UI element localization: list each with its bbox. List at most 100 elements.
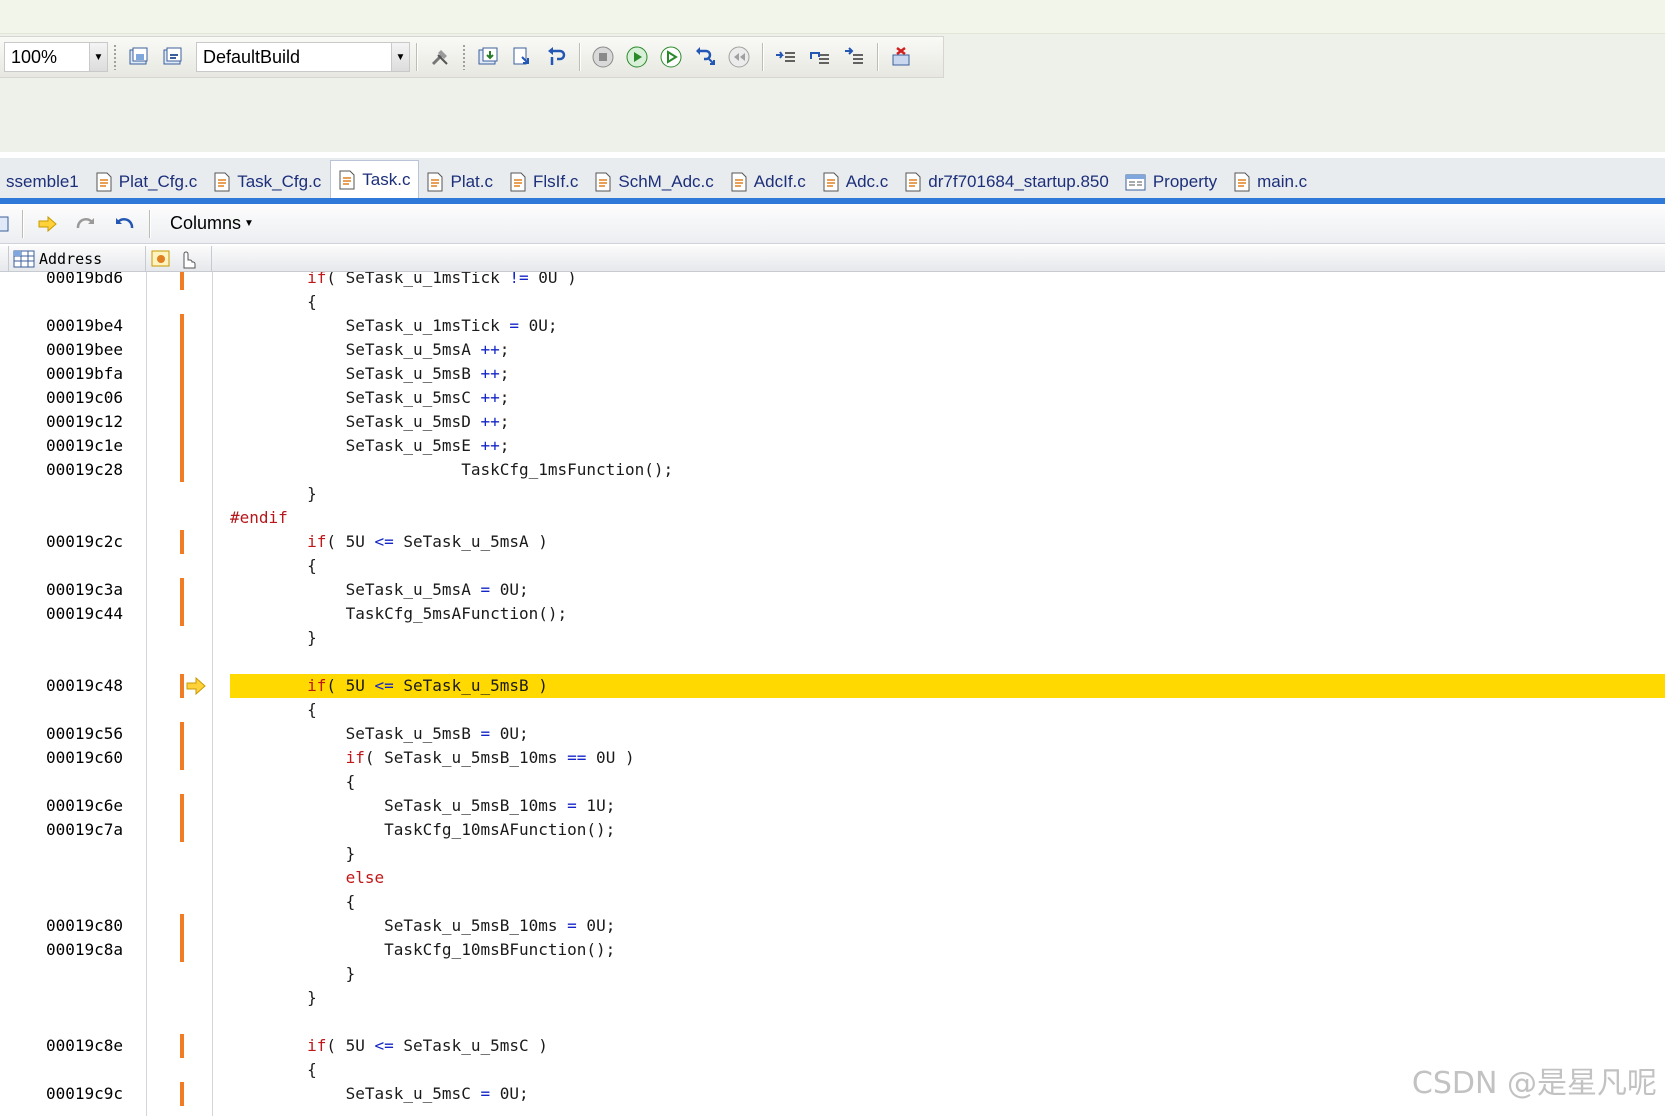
build-config-select[interactable]: DefaultBuild ▼ xyxy=(196,42,410,72)
code-line[interactable]: else xyxy=(0,866,1665,890)
step-over-icon[interactable] xyxy=(805,42,835,72)
tools-icon[interactable] xyxy=(425,42,455,72)
code-line[interactable]: 00019c8a TaskCfg_10msBFunction(); xyxy=(0,938,1665,962)
code-line[interactable]: } xyxy=(0,482,1665,506)
debug-disconnect-icon[interactable] xyxy=(886,42,916,72)
toolbar-grip[interactable] xyxy=(462,44,466,70)
code-line[interactable]: 00019c8e if( 5U <= SeTask_u_5msC ) xyxy=(0,1034,1665,1058)
tab-plat-c[interactable]: Plat.c xyxy=(419,166,502,198)
chevron-down-icon[interactable]: ▼ xyxy=(391,43,409,71)
zoom-select[interactable]: 100% ▼ xyxy=(4,42,108,72)
build-icon[interactable] xyxy=(124,42,154,72)
code-line[interactable]: 00019c7a TaskCfg_10msAFunction(); xyxy=(0,818,1665,842)
redo-icon[interactable] xyxy=(71,209,101,239)
code-coverage-marker[interactable] xyxy=(180,314,184,338)
tab-main-c[interactable]: main.c xyxy=(1226,166,1316,198)
tab-flsif-c[interactable]: FlsIf.c xyxy=(502,166,587,198)
code-line[interactable]: 00019bee SeTask_u_5msA ++; xyxy=(0,338,1665,362)
toolbar-area: 100% ▼ DefaultBuild ▼ xyxy=(0,34,1665,152)
code-line[interactable]: 00019c06 SeTask_u_5msC ++; xyxy=(0,386,1665,410)
code-coverage-marker[interactable] xyxy=(180,434,184,458)
code-coverage-marker[interactable] xyxy=(180,746,184,770)
chevron-down-icon[interactable]: ▼ xyxy=(89,43,107,71)
code-coverage-marker[interactable] xyxy=(180,1082,184,1106)
reset-go-icon[interactable] xyxy=(690,42,720,72)
return-out-icon[interactable] xyxy=(839,42,869,72)
stop-icon[interactable] xyxy=(588,42,618,72)
code-coverage-marker[interactable] xyxy=(180,794,184,818)
columns-dropdown[interactable]: Columns ▼ xyxy=(170,213,254,234)
code-line[interactable]: { xyxy=(0,290,1665,314)
tab-label: Plat_Cfg.c xyxy=(118,172,198,191)
source-code-view[interactable]: 00019bd6 if( SeTask_u_1msTick != 0U ) {0… xyxy=(0,272,1665,1116)
code-line[interactable]: #endif xyxy=(0,506,1665,530)
code-coverage-marker[interactable] xyxy=(180,674,184,698)
tab-plat-cfg[interactable]: Plat_Cfg.c xyxy=(88,166,206,198)
reset-icon[interactable] xyxy=(541,42,571,72)
code-line[interactable]: 00019c48 if( 5U <= SeTask_u_5msB ) xyxy=(0,674,1665,698)
code-line[interactable]: 00019c60 if( SeTask_u_5msB_10ms == 0U ) xyxy=(0,746,1665,770)
code-line[interactable]: 00019c56 SeTask_u_5msB = 0U; xyxy=(0,722,1665,746)
code-line[interactable]: 00019c28 TaskCfg_1msFunction(); xyxy=(0,458,1665,482)
hand-pointer-icon[interactable] xyxy=(176,248,200,270)
code-coverage-marker[interactable] xyxy=(180,914,184,938)
run-icon[interactable] xyxy=(656,42,686,72)
save-icon[interactable] xyxy=(0,209,12,239)
code-line[interactable]: 00019c2c if( 5U <= SeTask_u_5msA ) xyxy=(0,530,1665,554)
code-coverage-marker[interactable] xyxy=(180,458,184,482)
code-line[interactable]: { xyxy=(0,698,1665,722)
code-coverage-marker[interactable] xyxy=(180,362,184,386)
code-line[interactable]: } xyxy=(0,626,1665,650)
code-coverage-marker[interactable] xyxy=(180,386,184,410)
tab-task-cfg[interactable]: Task_Cfg.c xyxy=(206,166,330,198)
code-text: } xyxy=(230,988,317,1007)
code-coverage-marker[interactable] xyxy=(180,818,184,842)
code-coverage-marker[interactable] xyxy=(180,602,184,626)
code-line[interactable]: 00019bfa SeTask_u_5msB ++; xyxy=(0,362,1665,386)
code-line[interactable]: 00019c3a SeTask_u_5msA = 0U; xyxy=(0,578,1665,602)
code-line[interactable]: 00019c1e SeTask_u_5msE ++; xyxy=(0,434,1665,458)
code-coverage-marker[interactable] xyxy=(180,338,184,362)
address-column-header[interactable]: Address xyxy=(8,246,146,272)
code-line[interactable] xyxy=(0,650,1665,674)
load-icon[interactable] xyxy=(507,42,537,72)
code-coverage-marker[interactable] xyxy=(180,938,184,962)
code-line[interactable]: 00019c12 SeTask_u_5msD ++; xyxy=(0,410,1665,434)
tab-task-c[interactable]: Task.c xyxy=(330,160,420,198)
tab-adcif-c[interactable]: AdcIf.c xyxy=(723,166,815,198)
tab-adc-c[interactable]: Adc.c xyxy=(815,166,898,198)
code-coverage-marker[interactable] xyxy=(180,530,184,554)
code-text: { xyxy=(230,772,356,791)
download-icon[interactable] xyxy=(473,42,503,72)
tab-property[interactable]: Property xyxy=(1118,166,1226,198)
code-line[interactable]: } xyxy=(0,962,1665,986)
code-line[interactable]: { xyxy=(0,770,1665,794)
line-address: 00019c60 xyxy=(46,748,124,767)
code-line[interactable]: { xyxy=(0,890,1665,914)
code-line[interactable]: } xyxy=(0,986,1665,1010)
tab-disassemble[interactable]: ssemble1 xyxy=(0,166,88,198)
code-coverage-marker[interactable] xyxy=(180,1034,184,1058)
code-coverage-marker[interactable] xyxy=(180,410,184,434)
step-in-icon[interactable] xyxy=(771,42,801,72)
code-coverage-marker[interactable] xyxy=(180,722,184,746)
code-line[interactable]: } xyxy=(0,842,1665,866)
code-line[interactable]: 00019c6e SeTask_u_5msB_10ms = 1U; xyxy=(0,794,1665,818)
code-line[interactable]: 00019bd6 if( SeTask_u_1msTick != 0U ) xyxy=(0,272,1665,290)
undo-icon[interactable] xyxy=(109,209,139,239)
tab-schm-adc-c[interactable]: SchM_Adc.c xyxy=(587,166,722,198)
tab-startup-850[interactable]: dr7f701684_startup.850 xyxy=(897,166,1118,198)
rebuild-icon[interactable] xyxy=(158,42,188,72)
rewind-icon[interactable] xyxy=(724,42,754,72)
code-line[interactable]: 00019be4 SeTask_u_1msTick = 0U; xyxy=(0,314,1665,338)
code-coverage-marker[interactable] xyxy=(180,578,184,602)
toolbar-grip[interactable] xyxy=(113,44,117,70)
code-line[interactable] xyxy=(0,1010,1665,1034)
go-to-pc-icon[interactable] xyxy=(33,209,63,239)
code-coverage-marker[interactable] xyxy=(180,272,184,290)
code-line[interactable]: { xyxy=(0,554,1665,578)
go-icon[interactable] xyxy=(622,42,652,72)
event-icon[interactable] xyxy=(150,248,174,270)
code-line[interactable]: 00019c44 TaskCfg_5msAFunction(); xyxy=(0,602,1665,626)
code-line[interactable]: 00019c80 SeTask_u_5msB_10ms = 0U; xyxy=(0,914,1665,938)
